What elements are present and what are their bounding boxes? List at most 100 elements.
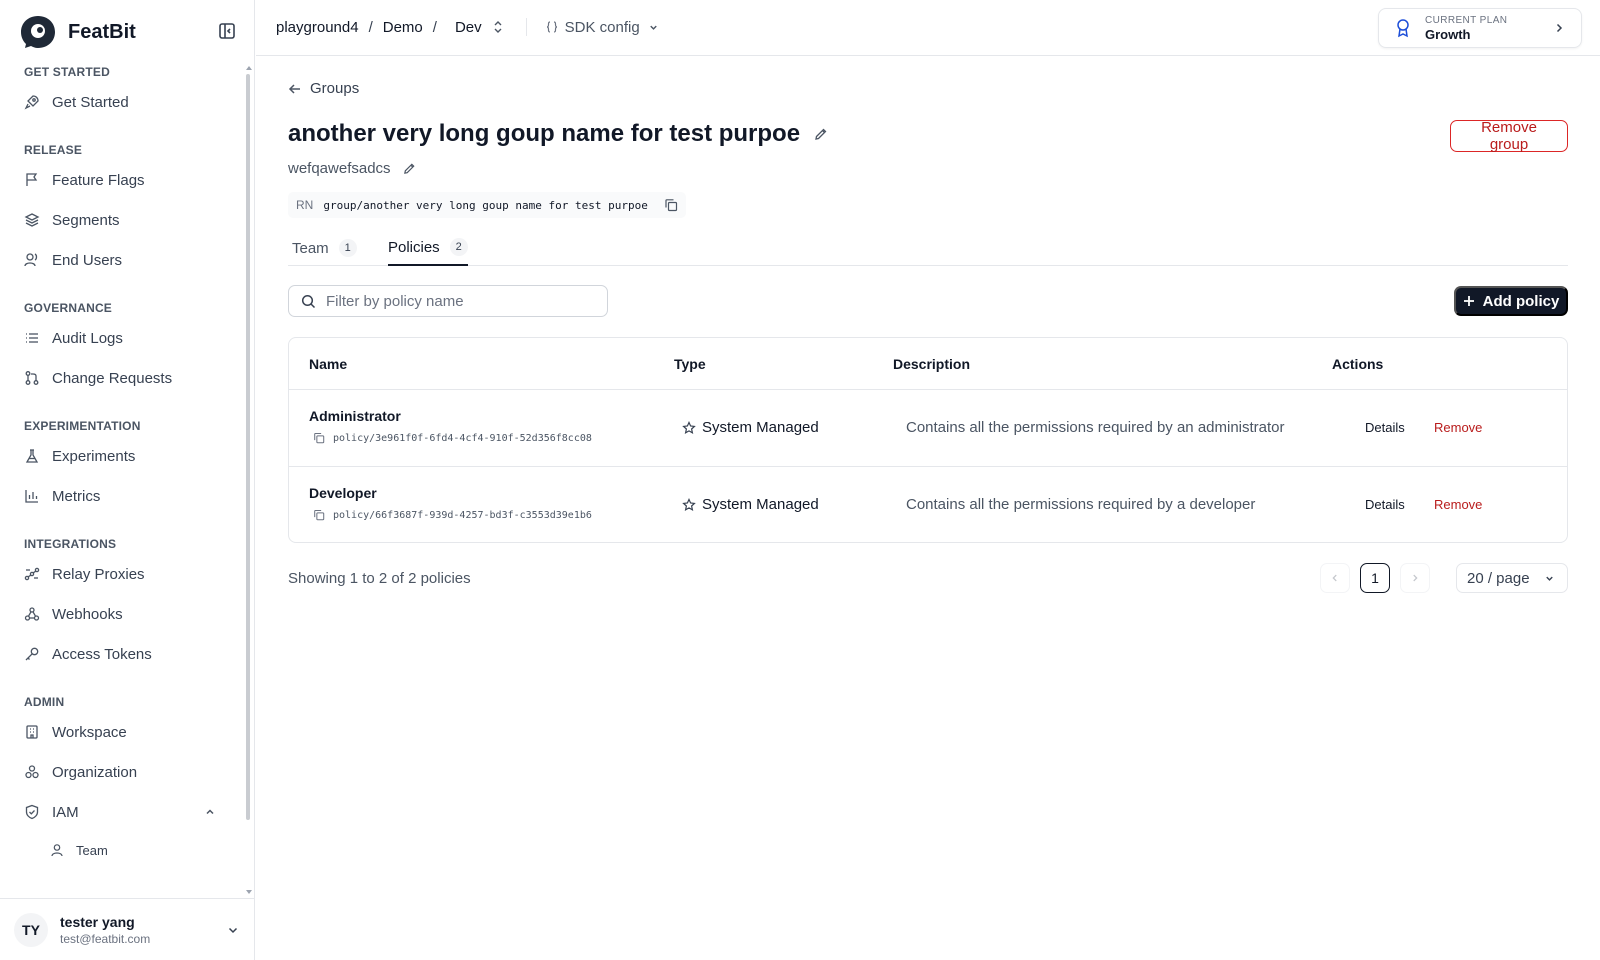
rn-label: RN: [296, 198, 314, 212]
sidebar-item-label: Change Requests: [52, 369, 173, 387]
star-icon: [682, 497, 696, 511]
nav-section-governance: GOVERNANCE: [24, 301, 113, 315]
award-icon: [1397, 19, 1409, 38]
sidebar-item-label: Segments: [52, 211, 120, 229]
sidebar: FeatBit GET STARTED Get Started RELEASE …: [0, 0, 255, 960]
sidebar-item-end-users[interactable]: End Users: [0, 240, 248, 280]
policy-rn-value: policy/66f3687f-939d-4257-bd3f-c3553d39e…: [333, 509, 592, 521]
remove-button[interactable]: Remove: [1434, 497, 1482, 512]
sidebar-item-access-tokens[interactable]: Access Tokens: [0, 634, 248, 674]
policy-type: System Managed: [682, 419, 819, 436]
current-plan-card[interactable]: CURRENT PLAN Growth: [1378, 8, 1582, 48]
featbit-logo-icon: [21, 16, 55, 48]
topbar: playground4 / Demo / Dev SDK config CURR…: [256, 0, 1600, 56]
flask-icon: [25, 449, 39, 463]
breadcrumb-project[interactable]: playground4: [276, 19, 359, 36]
copy-icon[interactable]: [313, 509, 325, 521]
details-button[interactable]: Details: [1365, 420, 1405, 435]
policy-name[interactable]: Developer: [309, 485, 377, 501]
list-icon: [26, 333, 38, 343]
back-link[interactable]: Groups: [288, 80, 359, 97]
sidebar-nav: GET STARTED Get Started RELEASE Feature …: [0, 62, 248, 894]
column-header-description: Description: [893, 356, 971, 372]
sidebar-item-label: End Users: [52, 251, 123, 269]
brand-name: FeatBit: [68, 20, 136, 43]
column-header-type: Type: [674, 356, 706, 372]
breadcrumb: playground4 / Demo / Dev SDK config: [276, 18, 665, 36]
nav-section-integrations: INTEGRATIONS: [24, 537, 117, 551]
sidebar-item-metrics[interactable]: Metrics: [0, 476, 248, 516]
webhook-icon: [24, 607, 40, 621]
remove-group-button[interactable]: Remove group: [1450, 119, 1568, 153]
bar-chart-icon: [25, 490, 38, 503]
sidebar-item-iam[interactable]: IAM: [0, 792, 248, 832]
group-description-row: wefqawefsadcs: [288, 160, 416, 177]
users-icon: [24, 253, 38, 267]
shield-icon: [25, 804, 39, 820]
sidebar-item-relay-proxies[interactable]: Relay Proxies: [0, 554, 248, 594]
search-icon: [301, 294, 316, 308]
page-title: another very long goup name for test pur…: [288, 120, 801, 147]
chevron-down-icon[interactable]: [226, 923, 240, 937]
breadcrumb-environment-group[interactable]: Demo: [383, 19, 423, 36]
rocket-icon: [24, 95, 39, 110]
copy-icon[interactable]: [313, 432, 325, 444]
sidebar-item-get-started[interactable]: Get Started: [0, 82, 248, 122]
policy-rn: policy/66f3687f-939d-4257-bd3f-c3553d39e…: [313, 509, 592, 521]
pagination-prev-button[interactable]: [1320, 563, 1350, 593]
breadcrumb-environment[interactable]: Dev: [455, 19, 482, 36]
topbar-divider: [525, 18, 527, 36]
pencil-icon[interactable]: [403, 162, 416, 175]
sidebar-item-workspace[interactable]: Workspace: [0, 712, 248, 752]
policy-name[interactable]: Administrator: [309, 408, 401, 424]
sidebar-item-webhooks[interactable]: Webhooks: [0, 594, 248, 634]
sidebar-item-feature-flags[interactable]: Feature Flags: [0, 160, 248, 200]
nav-section-admin: ADMIN: [24, 695, 65, 709]
pagination-page-button[interactable]: 1: [1360, 563, 1390, 593]
pagination-next-button[interactable]: [1400, 563, 1430, 593]
add-policy-button[interactable]: Add policy: [1454, 286, 1568, 316]
sidebar-item-change-requests[interactable]: Change Requests: [0, 358, 248, 398]
sidebar-subitem-team[interactable]: Team: [0, 832, 248, 868]
brand[interactable]: FeatBit: [20, 14, 136, 50]
remove-button[interactable]: Remove: [1434, 420, 1482, 435]
policy-filter: [288, 285, 608, 317]
policy-type: System Managed: [682, 496, 819, 513]
sdk-config-menu[interactable]: SDK config: [545, 19, 665, 36]
nav-section-release: RELEASE: [24, 143, 83, 157]
back-link-label: Groups: [310, 80, 360, 97]
chevrons-up-down-icon[interactable]: [492, 20, 504, 34]
page-size-select[interactable]: 20 / page: [1456, 563, 1568, 593]
tab-team[interactable]: Team 1: [292, 230, 357, 266]
chevron-up-icon[interactable]: [204, 806, 216, 818]
copy-icon[interactable]: [664, 198, 678, 212]
sidebar-item-audit-logs[interactable]: Audit Logs: [0, 318, 248, 358]
policy-type-label: System Managed: [702, 496, 819, 513]
organization-icon: [25, 765, 39, 779]
add-policy-label: Add policy: [1482, 292, 1560, 310]
plan-value: Growth: [1425, 26, 1471, 42]
tab-policies[interactable]: Policies 2: [388, 230, 468, 266]
flag-icon: [26, 173, 38, 186]
sidebar-item-label: Metrics: [52, 487, 101, 505]
column-header-actions: Actions: [1332, 356, 1384, 372]
plan-label: CURRENT PLAN: [1425, 14, 1508, 26]
pagination-summary: Showing 1 to 2 of 2 policies: [288, 570, 471, 587]
policy-filter-input[interactable]: [326, 292, 596, 310]
sidebar-item-experiments[interactable]: Experiments: [0, 436, 248, 476]
sidebar-item-label: Audit Logs: [52, 329, 123, 347]
sidebar-subitem-label: Team: [76, 842, 108, 858]
pencil-icon[interactable]: [814, 127, 828, 141]
sidebar-item-organization[interactable]: Organization: [0, 752, 248, 792]
tab-label: Policies: [388, 238, 440, 256]
sidebar-collapse-icon[interactable]: [218, 22, 236, 40]
sidebar-item-segments[interactable]: Segments: [0, 200, 248, 240]
sidebar-item-label: Experiments: [52, 447, 136, 465]
tab-count-badge: 1: [338, 239, 357, 257]
user-name: tester yang: [60, 913, 135, 930]
details-button[interactable]: Details: [1365, 497, 1405, 512]
breadcrumb-separator: /: [432, 18, 437, 36]
user-menu[interactable]: TY tester yang test@featbit.com: [0, 898, 255, 960]
table-header: Name Type Description Actions: [289, 338, 1567, 390]
key-icon: [25, 647, 39, 661]
